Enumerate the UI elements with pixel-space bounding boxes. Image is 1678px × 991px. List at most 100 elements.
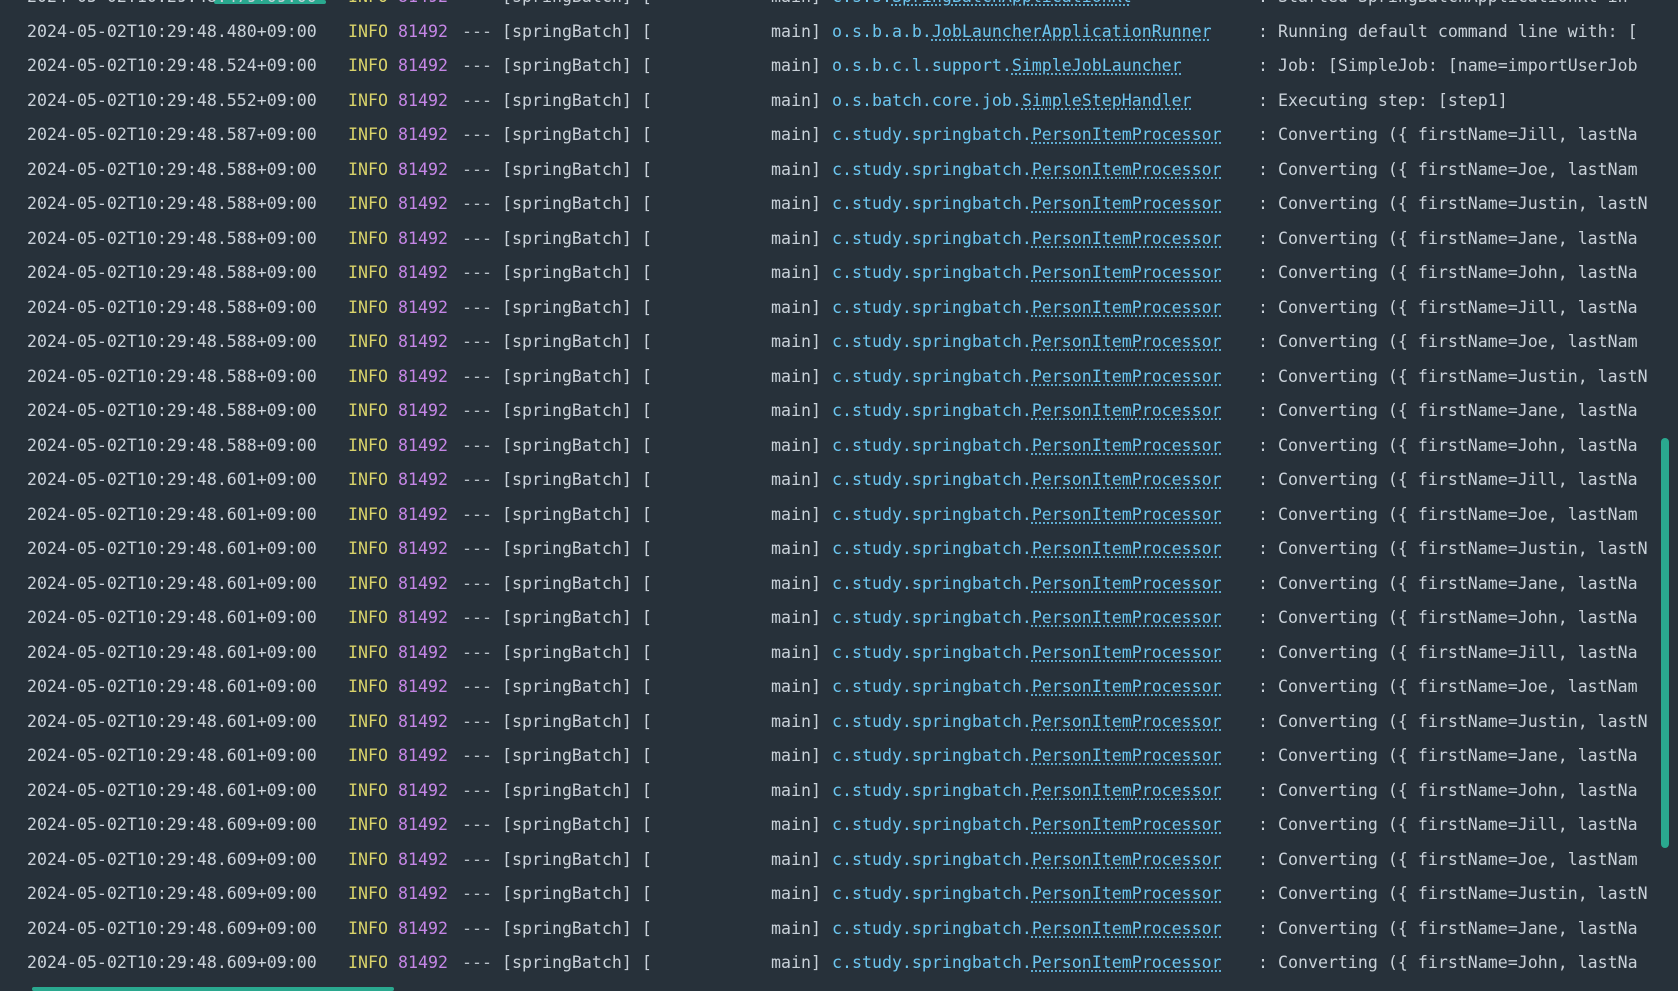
log-level: INFO bbox=[348, 401, 388, 420]
log-separator: --- bbox=[462, 539, 492, 558]
log-logger-class-link[interactable]: PersonItemProcessor bbox=[1032, 436, 1222, 455]
log-logger-class-link[interactable]: PersonItemProcessor bbox=[1032, 884, 1222, 903]
log-logger-class-link[interactable]: PersonItemProcessor bbox=[1032, 298, 1222, 317]
log-separator: --- bbox=[462, 884, 492, 903]
log-logger-class-link[interactable]: PersonItemProcessor bbox=[1032, 332, 1222, 351]
log-level: INFO bbox=[348, 539, 388, 558]
horizontal-scrollbar[interactable] bbox=[32, 987, 394, 991]
log-separator: --- bbox=[462, 366, 492, 386]
log-message: : Converting ({ firstName=John, lastNa bbox=[1258, 435, 1638, 455]
log-logger-class-link[interactable]: PersonItemProcessor bbox=[1032, 677, 1222, 696]
log-app-name: [springBatch] [ bbox=[502, 332, 652, 351]
log-level: INFO bbox=[348, 435, 388, 455]
vertical-scrollbar[interactable] bbox=[1661, 438, 1669, 848]
log-timestamp: 2024-05-02T10:29:48.609+09:00 bbox=[27, 884, 317, 903]
log-logger-class-link[interactable]: PersonItemProcessor bbox=[1032, 505, 1222, 524]
log-line: 2024-05-02T10:29:48.601+09:00 INFO 81492 --… bbox=[0, 463, 1652, 498]
log-pid: 81492 bbox=[398, 849, 448, 869]
log-thread: main] bbox=[771, 56, 821, 75]
log-separator: --- bbox=[462, 125, 492, 144]
log-timestamp: 2024-05-02T10:29:48.601+09:00 bbox=[27, 780, 317, 800]
log-level: INFO bbox=[348, 332, 388, 351]
log-logger-package: c.study.springbatch. bbox=[832, 884, 1032, 903]
log-app-name: [springBatch] [ bbox=[502, 504, 652, 524]
log-separator: --- bbox=[462, 21, 492, 41]
log-logger-class-link[interactable]: PersonItemProcessor bbox=[1032, 850, 1222, 869]
log-logger-class-link[interactable]: PersonItemProcessor bbox=[1032, 470, 1222, 489]
log-timestamp: 2024-05-02T10:29:48.601+09:00 bbox=[27, 470, 317, 489]
log-logger-class-link[interactable]: PersonItemProcessor bbox=[1032, 953, 1222, 972]
log-logger: c.study.springbatch.PersonItemProcessor bbox=[832, 498, 1222, 533]
log-level: INFO bbox=[348, 953, 388, 972]
log-app-name: [springBatch] [ bbox=[502, 608, 652, 627]
log-logger: c.study.springbatch.PersonItemProcessor bbox=[832, 463, 1222, 498]
log-timestamp: 2024-05-02T10:29:48.588+09:00 bbox=[27, 228, 317, 248]
log-app-name: [springBatch] [ bbox=[502, 642, 652, 662]
log-thread: main] bbox=[771, 228, 821, 248]
log-timestamp: 2024-05-02T10:29:48.609+09:00 bbox=[27, 815, 317, 834]
log-timestamp: 2024-05-02T10:29:48.480+09:00 bbox=[27, 21, 317, 41]
log-logger-package: c.study.springbatch. bbox=[832, 573, 1032, 593]
log-separator: --- bbox=[462, 90, 492, 110]
log-logger-class-link[interactable]: PersonItemProcessor bbox=[1032, 194, 1222, 213]
log-line: 2024-05-02T10:29:48.601+09:00 INFO 81492 --… bbox=[0, 567, 1652, 602]
log-logger-package: c.study.springbatch. bbox=[832, 677, 1032, 696]
log-logger-class-link[interactable]: SimpleJobLauncher bbox=[1012, 56, 1182, 75]
console-output[interactable]: 2024-05-02T10:29:48.479+09:00 INFO 81492 --… bbox=[0, 0, 1678, 991]
log-line: 2024-05-02T10:29:48.479+09:00 INFO 81492 --… bbox=[0, 0, 1652, 15]
log-logger-class-link[interactable]: PersonItemProcessor bbox=[1032, 539, 1222, 558]
log-logger-package: c.study.springbatch. bbox=[832, 332, 1032, 351]
log-logger-class-link[interactable]: PersonItemProcessor bbox=[1032, 574, 1222, 593]
log-logger-package: c.study.springbatch. bbox=[832, 401, 1032, 420]
log-thread: main] bbox=[771, 401, 821, 420]
log-thread: main] bbox=[771, 815, 821, 834]
log-thread: main] bbox=[771, 90, 821, 110]
log-logger-package: c.study.springbatch. bbox=[832, 125, 1032, 144]
log-app-name: [springBatch] [ bbox=[502, 918, 652, 938]
log-logger-class-link[interactable]: JobLauncherApplicationRunner bbox=[932, 22, 1212, 41]
log-logger-class-link[interactable]: PersonItemProcessor bbox=[1032, 125, 1222, 144]
log-pid: 81492 bbox=[398, 159, 448, 179]
log-line: 2024-05-02T10:29:48.480+09:00 INFO 81492 --… bbox=[0, 15, 1652, 50]
log-level: INFO bbox=[348, 608, 388, 627]
log-thread: main] bbox=[771, 677, 821, 696]
log-logger-class-link[interactable]: PersonItemProcessor bbox=[1032, 712, 1222, 731]
log-thread: main] bbox=[771, 0, 821, 15]
log-logger-class-link[interactable]: SpringBatchApplicationKt bbox=[892, 0, 1132, 6]
log-timestamp: 2024-05-02T10:29:48.588+09:00 bbox=[27, 366, 317, 386]
log-timestamp: 2024-05-02T10:29:48.609+09:00 bbox=[27, 953, 317, 972]
log-logger-class-link[interactable]: PersonItemProcessor bbox=[1032, 367, 1222, 386]
log-logger: c.study.springbatch.PersonItemProcessor bbox=[832, 360, 1222, 395]
log-logger-class-link[interactable]: PersonItemProcessor bbox=[1032, 815, 1222, 834]
log-separator: --- bbox=[462, 504, 492, 524]
log-timestamp: 2024-05-02T10:29:48.588+09:00 bbox=[27, 401, 317, 420]
log-app-name: [springBatch] [ bbox=[502, 0, 652, 15]
log-message: : Converting ({ firstName=Justin, lastN bbox=[1258, 711, 1648, 731]
log-message: : Executing step: [step1] bbox=[1258, 90, 1508, 110]
log-logger-class-link[interactable]: PersonItemProcessor bbox=[1032, 643, 1222, 662]
log-thread: main] bbox=[771, 539, 821, 558]
log-pid: 81492 bbox=[398, 953, 448, 972]
log-message: : Converting ({ firstName=John, lastNa bbox=[1258, 953, 1638, 972]
log-logger-class-link[interactable]: PersonItemProcessor bbox=[1032, 229, 1222, 248]
log-logger-class-link[interactable]: PersonItemProcessor bbox=[1032, 263, 1222, 282]
log-logger: c.study.springbatch.PersonItemProcessor bbox=[832, 739, 1222, 774]
log-thread: main] bbox=[771, 470, 821, 489]
log-logger-class-link[interactable]: PersonItemProcessor bbox=[1032, 401, 1222, 420]
log-logger: c.study.springbatch.PersonItemProcessor bbox=[832, 291, 1222, 326]
log-logger-class-link[interactable]: PersonItemProcessor bbox=[1032, 608, 1222, 627]
log-pid: 81492 bbox=[398, 815, 448, 834]
log-logger-class-link[interactable]: PersonItemProcessor bbox=[1032, 160, 1222, 179]
log-logger: c.study.springbatch.PersonItemProcessor bbox=[832, 187, 1222, 222]
log-logger-class-link[interactable]: PersonItemProcessor bbox=[1032, 919, 1222, 938]
log-line: 2024-05-02T10:29:48.601+09:00 INFO 81492 --… bbox=[0, 705, 1652, 740]
log-logger-package: o.s.b.c.l.support. bbox=[832, 56, 1012, 75]
log-logger-class-link[interactable]: PersonItemProcessor bbox=[1032, 781, 1222, 800]
log-logger-class-link[interactable]: SimpleStepHandler bbox=[1022, 91, 1192, 110]
log-message: : Converting ({ firstName=Joe, lastNam bbox=[1258, 849, 1638, 869]
log-logger-class-link[interactable]: PersonItemProcessor bbox=[1032, 746, 1222, 765]
log-viewport: 2024-05-02T10:29:48.479+09:00 INFO 81492 --… bbox=[0, 0, 1652, 991]
log-pid: 81492 bbox=[398, 90, 448, 110]
log-app-name: [springBatch] [ bbox=[502, 711, 652, 731]
log-separator: --- bbox=[462, 401, 492, 420]
